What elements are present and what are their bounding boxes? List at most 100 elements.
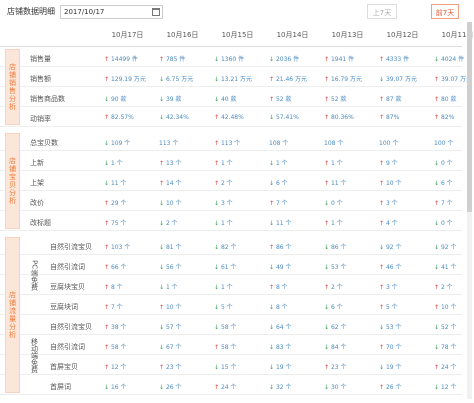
arrow-up-icon: ↑ bbox=[104, 244, 111, 251]
arrow-up-icon: ↑ bbox=[324, 180, 331, 187]
arrow-up-icon: ↑ bbox=[324, 220, 331, 227]
next-7-days-button[interactable]: 前7天 bbox=[431, 4, 459, 19]
column-header: 10月16日 bbox=[166, 31, 199, 39]
arrow-down-icon: ↓ bbox=[434, 160, 441, 167]
arrow-down-icon: ↓ bbox=[269, 264, 276, 271]
arrow-up-icon: ↑ bbox=[269, 284, 276, 291]
table-cell: ↑ 129.19 万元 bbox=[104, 74, 146, 83]
arrow-down-icon: ↓ bbox=[214, 200, 221, 207]
arrow-up-icon: ↑ bbox=[324, 284, 331, 291]
arrow-up-icon: ↑ bbox=[324, 364, 331, 371]
cell-value: 70 个 bbox=[385, 344, 402, 351]
table-cell: ↓ 19 个 bbox=[379, 362, 401, 371]
arrow-down-icon: ↓ bbox=[379, 76, 386, 83]
row-label: 首屏宝贝 bbox=[50, 363, 78, 371]
cell-value: 42.34% bbox=[165, 114, 189, 121]
table-cell: ↓ 2 个 bbox=[159, 218, 178, 227]
arrow-up-icon: ↑ bbox=[104, 304, 111, 311]
arrow-up-icon: ↑ bbox=[269, 96, 276, 103]
table-cell: ↑ 7 个 bbox=[434, 198, 453, 207]
cell-value: 57 个 bbox=[165, 324, 182, 331]
cell-value: 92 个 bbox=[385, 244, 402, 251]
table-cell: ↓ 90 款 bbox=[104, 94, 126, 103]
cell-value: 109 个 bbox=[110, 140, 131, 147]
table-cell: ↓ 41 个 bbox=[434, 262, 456, 271]
date-field[interactable]: 2017/10/17 bbox=[60, 5, 163, 19]
cell-value: 1 个 bbox=[220, 284, 233, 291]
table-cell: ↓ 30 个 bbox=[324, 382, 346, 391]
table-cell: ↓ 15 个 bbox=[214, 362, 236, 371]
arrow-down-icon: ↓ bbox=[324, 384, 331, 391]
arrow-down-icon: ↓ bbox=[214, 96, 221, 103]
arrow-up-icon: ↑ bbox=[214, 114, 221, 121]
table-cell: ↑ 87 款 bbox=[379, 94, 401, 103]
table-cell: ↓ 11 个 bbox=[104, 178, 126, 187]
cell-value: 113 个 bbox=[220, 140, 241, 147]
arrow-down-icon: ↓ bbox=[269, 220, 276, 227]
table-cell: ↑ 1 个 bbox=[214, 158, 233, 167]
arrow-down-icon: ↓ bbox=[269, 180, 276, 187]
subgroup-label: PC端免费 bbox=[25, 235, 43, 315]
group-text: 店铺销售分析 bbox=[8, 63, 17, 111]
row-label: 自然引流宝贝 bbox=[50, 243, 92, 251]
calendar-icon[interactable] bbox=[152, 8, 160, 16]
row-label: 改价 bbox=[30, 199, 44, 207]
group-text: 店铺宝贝分析 bbox=[8, 157, 17, 205]
arrow-up-icon: ↑ bbox=[379, 264, 386, 271]
cell-value: 7 个 bbox=[275, 200, 288, 207]
page-title: 店铺数据明细 bbox=[7, 7, 55, 16]
table-cell: ↓ 42.34% bbox=[159, 114, 189, 121]
cell-value: 14499 件 bbox=[110, 56, 138, 63]
cell-value: 46 个 bbox=[385, 264, 402, 271]
table-cell: ↑ 8 个 bbox=[269, 282, 288, 291]
cell-value: 12 个 bbox=[440, 384, 457, 391]
cell-value: 11 个 bbox=[110, 180, 127, 187]
table-cell: ↓ 1 个 bbox=[269, 158, 288, 167]
cell-value: 82 个 bbox=[220, 244, 237, 251]
table-cell: ↑ 10 个 bbox=[379, 178, 401, 187]
table-cell: ↑ 82% bbox=[434, 114, 454, 121]
table-cell: ↓ 81 个 bbox=[159, 242, 181, 251]
table-cell: ↓ 6 个 bbox=[324, 302, 343, 311]
cell-value: 64 个 bbox=[275, 324, 292, 331]
table-cell: ↑ 1941 件 bbox=[324, 54, 354, 63]
row-label: 豆腐块词 bbox=[50, 303, 78, 311]
vertical-scrollbar[interactable] bbox=[467, 22, 472, 399]
table-cell: ↑ 46 个 bbox=[379, 262, 401, 271]
cell-value: 82% bbox=[440, 114, 455, 121]
cell-value: 5 个 bbox=[220, 304, 233, 311]
table-cell: ↑ 52 款 bbox=[324, 94, 346, 103]
cell-value: 26 个 bbox=[165, 384, 182, 391]
arrow-up-icon: ↑ bbox=[379, 114, 386, 121]
cell-value: 15 个 bbox=[220, 364, 237, 371]
cell-value: 785 件 bbox=[165, 56, 186, 63]
column-header: 10月14日 bbox=[276, 31, 309, 39]
arrow-down-icon: ↓ bbox=[159, 114, 166, 121]
arrow-up-icon: ↑ bbox=[379, 56, 386, 63]
cell-value: 26 个 bbox=[385, 384, 402, 391]
column-header: 10月13日 bbox=[331, 31, 364, 39]
table-cell: ↓ 0 个 bbox=[434, 218, 453, 227]
table-cell: ↑ 42.48% bbox=[214, 114, 244, 121]
arrow-down-icon: ↓ bbox=[269, 56, 276, 63]
prev-7-days-button[interactable]: 上7天 bbox=[367, 4, 397, 19]
cell-value: 29 个 bbox=[110, 200, 127, 207]
arrow-up-icon: ↑ bbox=[104, 114, 111, 121]
arrow-down-icon: ↓ bbox=[159, 344, 166, 351]
cell-value: 2 个 bbox=[165, 220, 178, 227]
cell-value: 24 个 bbox=[440, 364, 457, 371]
cell-value: 38 个 bbox=[110, 324, 127, 331]
cell-value: 0 个 bbox=[440, 160, 453, 167]
cell-value: 83 个 bbox=[275, 344, 292, 351]
scrollbar-thumb[interactable] bbox=[467, 22, 472, 212]
table-cell: ↓ 57 个 bbox=[159, 322, 181, 331]
table-cell: ↑ 7 个 bbox=[104, 302, 123, 311]
table-cell: ↓ 19 个 bbox=[269, 362, 291, 371]
arrow-up-icon: ↑ bbox=[434, 200, 441, 207]
cell-value: 39.07 万元 bbox=[385, 76, 418, 83]
cell-value: 40 款 bbox=[220, 96, 237, 103]
cell-value: 13 个 bbox=[165, 160, 182, 167]
table-cell: ↑ 38 个 bbox=[104, 322, 126, 331]
arrow-up-icon: ↑ bbox=[324, 76, 331, 83]
arrow-up-icon: ↑ bbox=[104, 344, 111, 351]
